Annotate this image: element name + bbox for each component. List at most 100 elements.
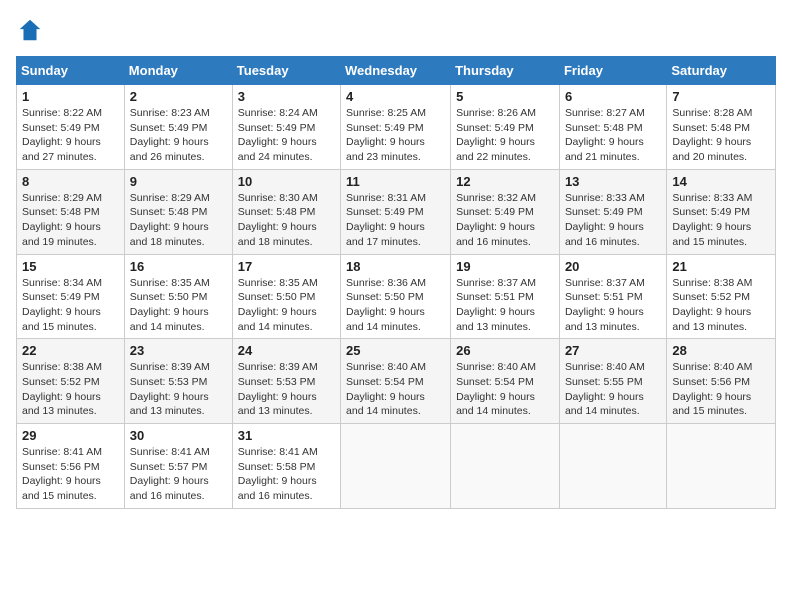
day-number: 21 (672, 259, 770, 274)
day-info: Sunrise: 8:39 AMSunset: 5:53 PMDaylight:… (238, 360, 335, 419)
calendar-cell: 13 Sunrise: 8:33 AMSunset: 5:49 PMDayligh… (559, 169, 666, 254)
day-info: Sunrise: 8:31 AMSunset: 5:49 PMDaylight:… (346, 191, 445, 250)
day-number: 11 (346, 174, 445, 189)
calendar-cell: 19 Sunrise: 8:37 AMSunset: 5:51 PMDayligh… (451, 254, 560, 339)
day-number: 17 (238, 259, 335, 274)
calendar-cell: 1Sunrise: 8:22 AMSunset: 5:49 PMDaylight… (17, 85, 125, 170)
day-number: 7 (672, 89, 770, 104)
calendar-cell: 11 Sunrise: 8:31 AMSunset: 5:49 PMDayligh… (341, 169, 451, 254)
calendar-cell (667, 424, 776, 509)
day-number: 15 (22, 259, 119, 274)
calendar-header-monday: Monday (124, 57, 232, 85)
calendar-cell: 15 Sunrise: 8:34 AMSunset: 5:49 PMDayligh… (17, 254, 125, 339)
day-number: 12 (456, 174, 554, 189)
day-number: 2 (130, 89, 227, 104)
day-info: Sunrise: 8:30 AMSunset: 5:48 PMDaylight:… (238, 191, 335, 250)
calendar-header-friday: Friday (559, 57, 666, 85)
calendar-week-row: 22 Sunrise: 8:38 AMSunset: 5:52 PMDayligh… (17, 339, 776, 424)
calendar-cell: 29 Sunrise: 8:41 AMSunset: 5:56 PMDayligh… (17, 424, 125, 509)
calendar-cell: 5 Sunrise: 8:26 AMSunset: 5:49 PMDaylight… (451, 85, 560, 170)
calendar-cell: 7 Sunrise: 8:28 AMSunset: 5:48 PMDaylight… (667, 85, 776, 170)
day-info: Sunrise: 8:35 AMSunset: 5:50 PMDaylight:… (130, 276, 227, 335)
calendar-cell: 21 Sunrise: 8:38 AMSunset: 5:52 PMDayligh… (667, 254, 776, 339)
calendar-cell: 26 Sunrise: 8:40 AMSunset: 5:54 PMDayligh… (451, 339, 560, 424)
day-number: 9 (130, 174, 227, 189)
calendar-cell (451, 424, 560, 509)
day-info: Sunrise: 8:41 AMSunset: 5:56 PMDaylight:… (22, 445, 119, 504)
calendar-cell: 18Sunrise: 8:36 AMSunset: 5:50 PMDayligh… (341, 254, 451, 339)
calendar-header-saturday: Saturday (667, 57, 776, 85)
calendar-cell: 31Sunrise: 8:41 AMSunset: 5:58 PMDayligh… (232, 424, 340, 509)
day-info: Sunrise: 8:27 AMSunset: 5:48 PMDaylight:… (565, 106, 661, 165)
day-info: Sunrise: 8:41 AMSunset: 5:57 PMDaylight:… (130, 445, 227, 504)
day-number: 1 (22, 89, 119, 104)
calendar-cell: 2 Sunrise: 8:23 AMSunset: 5:49 PMDaylight… (124, 85, 232, 170)
day-number: 3 (238, 89, 335, 104)
day-info: Sunrise: 8:33 AMSunset: 5:49 PMDaylight:… (672, 191, 770, 250)
day-number: 6 (565, 89, 661, 104)
day-info: Sunrise: 8:23 AMSunset: 5:49 PMDaylight:… (130, 106, 227, 165)
calendar-cell: 8Sunrise: 8:29 AMSunset: 5:48 PMDaylight… (17, 169, 125, 254)
calendar-cell: 20Sunrise: 8:37 AMSunset: 5:51 PMDayligh… (559, 254, 666, 339)
day-number: 8 (22, 174, 119, 189)
calendar-cell: 9 Sunrise: 8:29 AMSunset: 5:48 PMDaylight… (124, 169, 232, 254)
day-number: 24 (238, 343, 335, 358)
calendar-header-row: SundayMondayTuesdayWednesdayThursdayFrid… (17, 57, 776, 85)
day-info: Sunrise: 8:40 AMSunset: 5:54 PMDaylight:… (346, 360, 445, 419)
calendar-cell: 12 Sunrise: 8:32 AMSunset: 5:49 PMDayligh… (451, 169, 560, 254)
day-info: Sunrise: 8:38 AMSunset: 5:52 PMDaylight:… (672, 276, 770, 335)
day-number: 16 (130, 259, 227, 274)
day-info: Sunrise: 8:33 AMSunset: 5:49 PMDaylight:… (565, 191, 661, 250)
day-number: 29 (22, 428, 119, 443)
day-info: Sunrise: 8:29 AMSunset: 5:48 PMDaylight:… (130, 191, 227, 250)
day-info: Sunrise: 8:41 AMSunset: 5:58 PMDaylight:… (238, 445, 335, 504)
day-info: Sunrise: 8:26 AMSunset: 5:49 PMDaylight:… (456, 106, 554, 165)
day-number: 5 (456, 89, 554, 104)
day-number: 25 (346, 343, 445, 358)
calendar-cell: 28 Sunrise: 8:40 AMSunset: 5:56 PMDayligh… (667, 339, 776, 424)
calendar-cell (559, 424, 666, 509)
day-number: 10 (238, 174, 335, 189)
calendar-cell: 10 Sunrise: 8:30 AMSunset: 5:48 PMDayligh… (232, 169, 340, 254)
day-info: Sunrise: 8:38 AMSunset: 5:52 PMDaylight:… (22, 360, 119, 419)
day-number: 14 (672, 174, 770, 189)
calendar-header-sunday: Sunday (17, 57, 125, 85)
day-number: 22 (22, 343, 119, 358)
page-header (16, 16, 776, 44)
day-info: Sunrise: 8:40 AMSunset: 5:56 PMDaylight:… (672, 360, 770, 419)
day-info: Sunrise: 8:32 AMSunset: 5:49 PMDaylight:… (456, 191, 554, 250)
calendar-header-thursday: Thursday (451, 57, 560, 85)
calendar-week-row: 8 Sunrise: 8:29 AMSunset: 5:48 PMDaylight… (17, 169, 776, 254)
day-number: 23 (130, 343, 227, 358)
day-number: 27 (565, 343, 661, 358)
day-info: Sunrise: 8:24 AMSunset: 5:49 PMDaylight:… (238, 106, 335, 165)
calendar-week-row: 15 Sunrise: 8:34 AMSunset: 5:49 PMDayligh… (17, 254, 776, 339)
calendar-cell: 4 Sunrise: 8:25 AMSunset: 5:49 PMDaylight… (341, 85, 451, 170)
day-info: Sunrise: 8:39 AMSunset: 5:53 PMDaylight:… (130, 360, 227, 419)
day-number: 4 (346, 89, 445, 104)
day-info: Sunrise: 8:37 AMSunset: 5:51 PMDaylight:… (456, 276, 554, 335)
day-number: 20 (565, 259, 661, 274)
day-info: Sunrise: 8:28 AMSunset: 5:48 PMDaylight:… (672, 106, 770, 165)
day-number: 19 (456, 259, 554, 274)
calendar-cell: 17Sunrise: 8:35 AMSunset: 5:50 PMDayligh… (232, 254, 340, 339)
calendar-cell: 30Sunrise: 8:41 AMSunset: 5:57 PMDayligh… (124, 424, 232, 509)
day-number: 28 (672, 343, 770, 358)
calendar-cell: 23 Sunrise: 8:39 AMSunset: 5:53 PMDayligh… (124, 339, 232, 424)
calendar-week-row: 29 Sunrise: 8:41 AMSunset: 5:56 PMDayligh… (17, 424, 776, 509)
day-info: Sunrise: 8:34 AMSunset: 5:49 PMDaylight:… (22, 276, 119, 335)
calendar-cell: 16 Sunrise: 8:35 AMSunset: 5:50 PMDayligh… (124, 254, 232, 339)
calendar-header-tuesday: Tuesday (232, 57, 340, 85)
day-number: 26 (456, 343, 554, 358)
calendar-cell: 27Sunrise: 8:40 AMSunset: 5:55 PMDayligh… (559, 339, 666, 424)
day-info: Sunrise: 8:40 AMSunset: 5:54 PMDaylight:… (456, 360, 554, 419)
day-info: Sunrise: 8:25 AMSunset: 5:49 PMDaylight:… (346, 106, 445, 165)
day-number: 18 (346, 259, 445, 274)
calendar-cell: 6 Sunrise: 8:27 AMSunset: 5:48 PMDaylight… (559, 85, 666, 170)
calendar-cell: 24 Sunrise: 8:39 AMSunset: 5:53 PMDayligh… (232, 339, 340, 424)
calendar-cell (341, 424, 451, 509)
logo (16, 16, 46, 44)
day-number: 13 (565, 174, 661, 189)
calendar-cell: 25 Sunrise: 8:40 AMSunset: 5:54 PMDayligh… (341, 339, 451, 424)
calendar-header-wednesday: Wednesday (341, 57, 451, 85)
